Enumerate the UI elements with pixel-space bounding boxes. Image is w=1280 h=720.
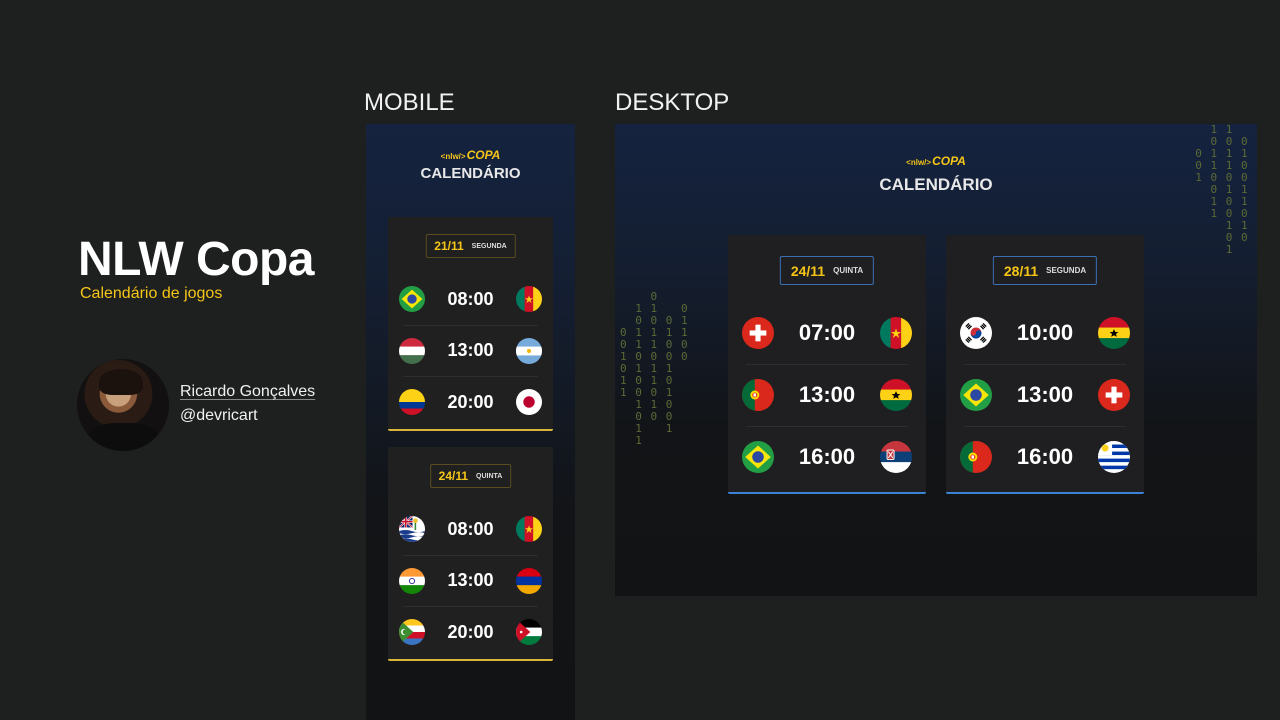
match-date: 28/11 [1003,262,1039,279]
calendar-title: CALENDÁRIO [420,165,521,182]
brazil-flag-icon [960,379,992,411]
cameroon-flag-icon [515,286,542,312]
desktop-section-label: DESKTOP [615,89,730,116]
binary-rain-decoration-left: 0 1 1 0 0 0 0 1 0 1 1 1 1 0 1 1 0 0 1 0 … [620,290,689,447]
match-time: 13:00 [447,570,494,590]
row-divider [746,426,908,427]
match-row[interactable]: 13:00 [728,379,926,411]
brand-logo-desktop: <nlw/> COPA [615,154,1257,168]
cameroon-flag-icon [515,516,542,542]
brand-tag: <nlw/> [906,158,932,167]
calendar-title-desktop: CALENDÁRIO [879,175,993,194]
serbia-flag-icon [880,441,912,473]
match-date: 24/11 [438,469,469,483]
date-badge: 24/11 QUINTA [429,464,512,488]
row-divider [403,606,538,608]
match-time: 07:00 [798,320,856,345]
mobile-match-card: 21/11 SEGUNDA 08:00 13:00 20:00 [388,217,553,431]
comoros-flag-icon [399,619,425,645]
match-row[interactable]: 10:00 [946,317,1144,349]
match-time: 20:00 [447,621,494,642]
desktop-preview: 1 1 0 0 0 0 1 0 1 1 1 1 0 1 1 0 0 1 0 0 … [615,124,1257,596]
hungary-flag-icon [399,337,425,364]
match-row[interactable]: 16:00 [946,441,1144,473]
switzerland-flag-icon [742,317,774,349]
ghana-flag-icon [880,379,912,411]
match-row[interactable]: 13:00 [946,379,1144,411]
presentation-subtitle: Calendário de jogos [80,285,223,302]
match-time: 20:00 [447,391,494,412]
match-weekday: QUINTA [833,266,864,275]
cameroon-flag-icon [880,317,912,349]
date-badge: 24/11 QUINTA [779,256,875,285]
jordan-flag-icon [515,619,542,645]
match-row[interactable]: 08:00 [388,286,553,312]
match-date: 24/11 [790,262,826,279]
row-divider [964,426,1126,427]
brand-name: COPA [932,154,966,168]
match-time: 08:00 [447,288,494,309]
author-handle: @devricart [180,407,258,424]
british-indian-ocean-territory-flag-icon [399,516,425,542]
match-weekday: SEGUNDA [1046,266,1087,275]
presentation-title: NLW Copa [78,233,314,286]
portugal-flag-icon [742,379,774,411]
match-row[interactable]: 08:00 [388,516,553,542]
match-time: 16:00 [798,444,856,469]
match-row[interactable]: 07:00 [728,317,926,349]
portugal-flag-icon [960,441,992,473]
brazil-flag-icon [399,286,425,312]
match-time: 10:00 [1016,320,1074,345]
row-divider [746,364,908,365]
brand-name: COPA [466,148,501,162]
date-badge: 21/11 SEGUNDA [425,234,516,258]
brand-tag: <nlw/> [440,152,466,161]
match-row[interactable]: 13:00 [388,337,553,364]
mobile-section-label: MOBILE [364,89,455,116]
match-time: 16:00 [1016,444,1074,469]
switzerland-flag-icon [1098,379,1130,411]
date-badge: 28/11 SEGUNDA [992,256,1098,285]
match-weekday: SEGUNDA [471,242,507,250]
row-divider [403,376,538,378]
author-avatar [77,359,169,451]
japan-flag-icon [515,389,542,415]
colombia-flag-icon [399,389,425,415]
ghana-flag-icon [1098,317,1130,349]
brand-logo: <nlw/> COPA [366,148,575,162]
south-korea-flag-icon [960,317,992,349]
match-weekday: QUINTA [476,472,503,480]
match-row[interactable]: 16:00 [728,441,926,473]
mobile-preview: <nlw/> COPA CALENDÁRIO 21/11 SEGUNDA 08:00… [366,124,575,720]
india-flag-icon [399,567,425,594]
desktop-match-card: 24/11 QUINTA 07:00 13:00 16:00 [728,235,926,494]
brazil-flag-icon [742,441,774,473]
match-date: 21/11 [434,239,464,253]
match-time: 13:00 [447,340,494,360]
row-divider [403,554,538,556]
match-row[interactable]: 20:00 [388,389,553,415]
mobile-match-card: 24/11 QUINTA 08:00 13:00 20:00 [388,447,553,661]
row-divider [403,324,538,326]
desktop-match-card: 28/11 SEGUNDA 10:00 13:00 16:00 [946,235,1144,494]
match-row[interactable]: 20:00 [388,619,553,645]
row-divider [964,364,1126,365]
match-row[interactable]: 13:00 [388,567,553,594]
match-time: 13:00 [798,382,856,407]
uruguay-flag-icon [1098,441,1130,473]
armenia-flag-icon [515,567,542,594]
match-time: 08:00 [447,518,494,539]
match-time: 13:00 [1016,382,1074,407]
argentina-flag-icon [515,337,542,364]
author-name-link[interactable]: Ricardo Gonçalves [180,383,315,401]
